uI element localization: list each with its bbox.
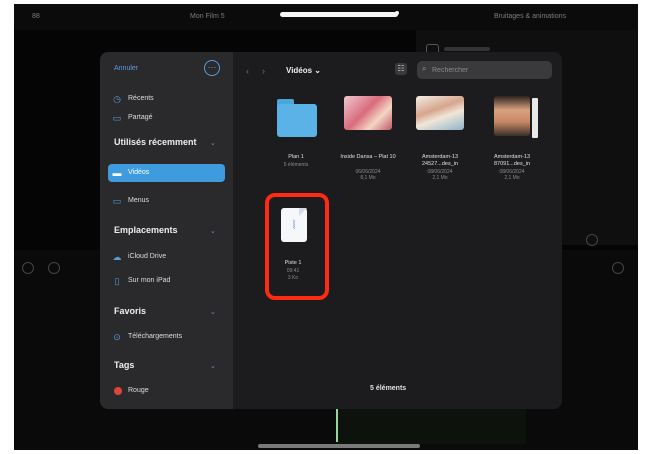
sidebar-item-videos[interactable]: ▬ Vidéos <box>108 164 225 182</box>
project-title: Mon Film 5 <box>190 13 225 20</box>
file-meta: 5 éléments <box>283 162 309 168</box>
folder-thumbnail <box>277 104 317 137</box>
sidebar-item-label: Récents <box>128 95 154 102</box>
folder-icon: ▬ <box>112 168 122 178</box>
file-name: Amsterdam-13 87091...des_in <box>493 154 531 167</box>
search-icon: ⌕ <box>422 64 427 73</box>
undo-icon[interactable] <box>22 262 34 274</box>
multitasking-indicator[interactable] <box>280 12 398 17</box>
selection-highlight <box>265 193 329 300</box>
file-meta-size: 2,1 Mo <box>432 175 448 181</box>
home-indicator[interactable] <box>258 444 420 448</box>
file-item-image[interactable]: Amsterdam-13 87091...des_in 08/06/2024 2… <box>480 96 544 184</box>
sidebar-item-menus[interactable]: ▭ Menus <box>108 192 225 210</box>
folder-icon: ▭ <box>112 196 122 206</box>
image-thumbnail <box>344 96 392 130</box>
ipad-icon: ▯ <box>114 276 120 286</box>
locations-section-header: Emplacements <box>114 225 178 235</box>
icloud-icon: ☁ <box>112 252 122 262</box>
sidebar-item-label: Sur mon iPad <box>128 277 171 284</box>
download-icon: ⊙ <box>113 332 121 342</box>
folder-title[interactable]: Vidéos ⌄ <box>286 66 321 75</box>
file-item-image[interactable]: Amsterdam-13 24527...des_in 08/06/2024 2… <box>408 96 472 184</box>
redo-icon[interactable] <box>48 262 60 274</box>
file-item-image[interactable]: Inside Dansa – Plat 10 06/06/2024 8,1 Mo <box>336 96 400 184</box>
topbar-left-label[interactable]: 88 <box>32 13 40 20</box>
forward-button[interactable]: › <box>262 66 265 76</box>
sidebar-item-tag-red[interactable]: Rouge <box>108 382 225 400</box>
sidebar-item-downloads[interactable]: ⊙ Téléchargements <box>108 328 225 346</box>
file-meta-size: 8,1 Mo <box>360 175 376 181</box>
tags-section-header: Tags <box>114 360 135 370</box>
sidebar-item-label: Menus <box>128 197 150 204</box>
search-input[interactable] <box>432 61 547 79</box>
view-options-button[interactable]: ☷ <box>395 63 407 75</box>
image-thumbnail <box>416 96 464 130</box>
sidebar-item-on-my-ipad[interactable]: ▯ Sur mon iPad <box>108 272 225 290</box>
item-count-label: 5 éléments <box>370 385 407 392</box>
shared-folder-icon: ▭ <box>112 113 122 123</box>
file-name: Inside Dansa – Plat 10 <box>340 154 396 160</box>
clock-icon: ◷ <box>113 94 121 104</box>
split-icon[interactable] <box>612 262 624 274</box>
cancel-button[interactable]: Annuler <box>114 65 138 72</box>
back-button[interactable]: ‹ <box>246 66 249 76</box>
favorites-section-header: Favoris <box>114 306 147 316</box>
sidebar-item-label: Rouge <box>128 387 149 394</box>
chevron-down-icon[interactable]: ⌄ <box>210 308 216 316</box>
recent-section-header: Utilisés récemment <box>114 137 197 147</box>
sidebar-item-label: Téléchargements <box>128 333 183 340</box>
file-picker-sheet: Annuler ⋯ ◷ Récents ▭ Partagé Utilisés r… <box>100 52 562 409</box>
image-thumbnail <box>494 96 530 136</box>
timeline-track[interactable] <box>336 406 526 444</box>
sidebar-item-label: iCloud Drive <box>128 253 167 260</box>
sidebar-item-label: Vidéos <box>128 169 150 176</box>
image-thumbnail-edge <box>532 98 538 138</box>
settings-icon[interactable] <box>586 234 598 246</box>
file-item-folder[interactable]: Plan 1 5 éléments <box>264 96 328 184</box>
file-name: Amsterdam-13 24527...des_in <box>421 154 459 167</box>
more-options-button[interactable]: ⋯ <box>204 60 220 76</box>
sidebar-item-label: Partagé <box>128 114 153 121</box>
chevron-down-icon[interactable]: ⌄ <box>210 139 216 147</box>
chevron-down-icon[interactable]: ⌄ <box>210 362 216 370</box>
sidebar-item-icloud-drive[interactable]: ☁ iCloud Drive <box>108 248 225 266</box>
picker-sidebar: Annuler ⋯ ◷ Récents ▭ Partagé Utilisés r… <box>100 52 233 409</box>
topbar-right-label[interactable]: Bruitages & animations <box>494 13 566 20</box>
file-meta-size: 2,1 Mo <box>504 175 520 181</box>
red-tag-icon <box>114 387 122 395</box>
multitasking-dot <box>395 11 399 15</box>
search-field[interactable]: ⌕ <box>417 61 552 79</box>
file-name: Plan 1 <box>288 154 304 160</box>
chevron-down-icon[interactable]: ⌄ <box>210 227 216 235</box>
app-top-bar: 88 Mon Film 5 Bruitages & animations <box>14 4 638 30</box>
inspector-label-placeholder <box>444 47 490 51</box>
sidebar-item-shared[interactable]: ▭ Partagé <box>108 109 225 127</box>
sidebar-item-recents[interactable]: ◷ Récents <box>108 90 225 108</box>
